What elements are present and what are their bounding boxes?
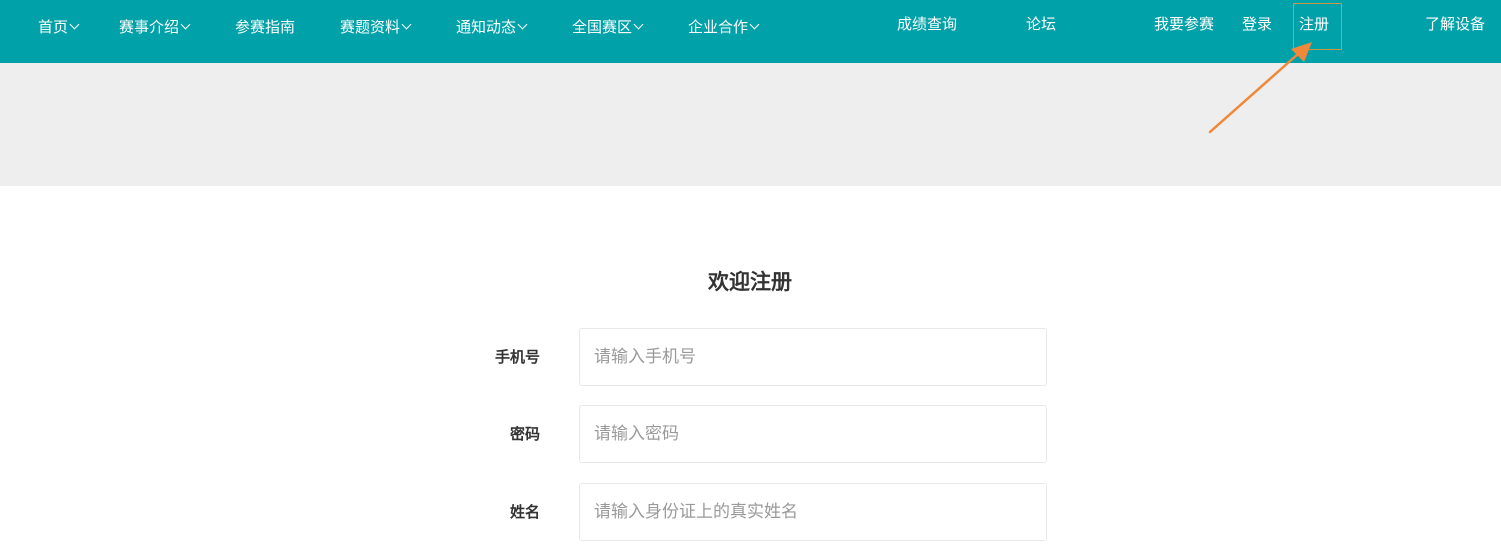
nav-item-materials[interactable]: 赛题资料 [340,16,412,38]
nav-item-label: 赛事介绍 [119,18,180,36]
join-competition-link[interactable]: 我要参赛 [1154,13,1214,35]
nav-item-enterprise[interactable]: 企业合作 [688,16,760,38]
nav-item-label: 全国赛区 [572,18,633,36]
chevron-down-icon [69,19,80,30]
name-label: 姓名 [509,503,540,521]
nav-item-label: 企业合作 [688,18,749,36]
join-label: 我要参赛 [1154,15,1215,33]
score-query-link[interactable]: 成绩查询 [897,13,957,35]
register-link[interactable]: 注册 [1299,13,1329,35]
forum-link[interactable]: 论坛 [1026,13,1056,35]
name-input[interactable] [579,483,1047,541]
password-field-row: 密码 [470,405,1070,463]
nav-item-label: 通知动态 [456,18,517,36]
equipment-link[interactable]: 了解设备 [1425,13,1485,35]
form-title: 欢迎注册 [708,270,792,294]
phone-field-row: 手机号 [470,328,1070,386]
password-input[interactable] [579,405,1047,463]
register-label: 注册 [1299,15,1330,33]
score-query-label: 成绩查询 [897,15,958,33]
nav-item-regions[interactable]: 全国赛区 [572,16,644,38]
banner-area [0,63,1501,186]
nav-item-competition-intro[interactable]: 赛事介绍 [119,16,191,38]
nav-item-notices[interactable]: 通知动态 [456,16,528,38]
password-label: 密码 [509,425,540,443]
chevron-down-icon [517,19,528,30]
nav-item-label: 参赛指南 [235,18,296,36]
top-navigation-bar: 首页 赛事介绍 参赛指南 赛题资料 通知动态 全国赛区 企业合作 成绩查询 论坛… [0,0,1501,63]
forum-label: 论坛 [1026,15,1057,33]
chevron-down-icon [633,19,644,30]
phone-input[interactable] [579,328,1047,386]
chevron-down-icon [749,19,760,30]
phone-label: 手机号 [494,348,540,366]
nav-item-label: 首页 [38,18,69,36]
nav-item-guide[interactable]: 参赛指南 [235,16,295,38]
login-link[interactable]: 登录 [1242,13,1272,35]
login-label: 登录 [1242,15,1273,33]
name-field-row: 姓名 [470,483,1070,541]
equipment-label: 了解设备 [1425,15,1486,33]
registration-page: 首页 赛事介绍 参赛指南 赛题资料 通知动态 全国赛区 企业合作 成绩查询 论坛… [0,0,1501,557]
chevron-down-icon [180,19,191,30]
chevron-down-icon [401,19,412,30]
nav-item-label: 赛题资料 [340,18,401,36]
nav-item-home[interactable]: 首页 [38,16,80,38]
